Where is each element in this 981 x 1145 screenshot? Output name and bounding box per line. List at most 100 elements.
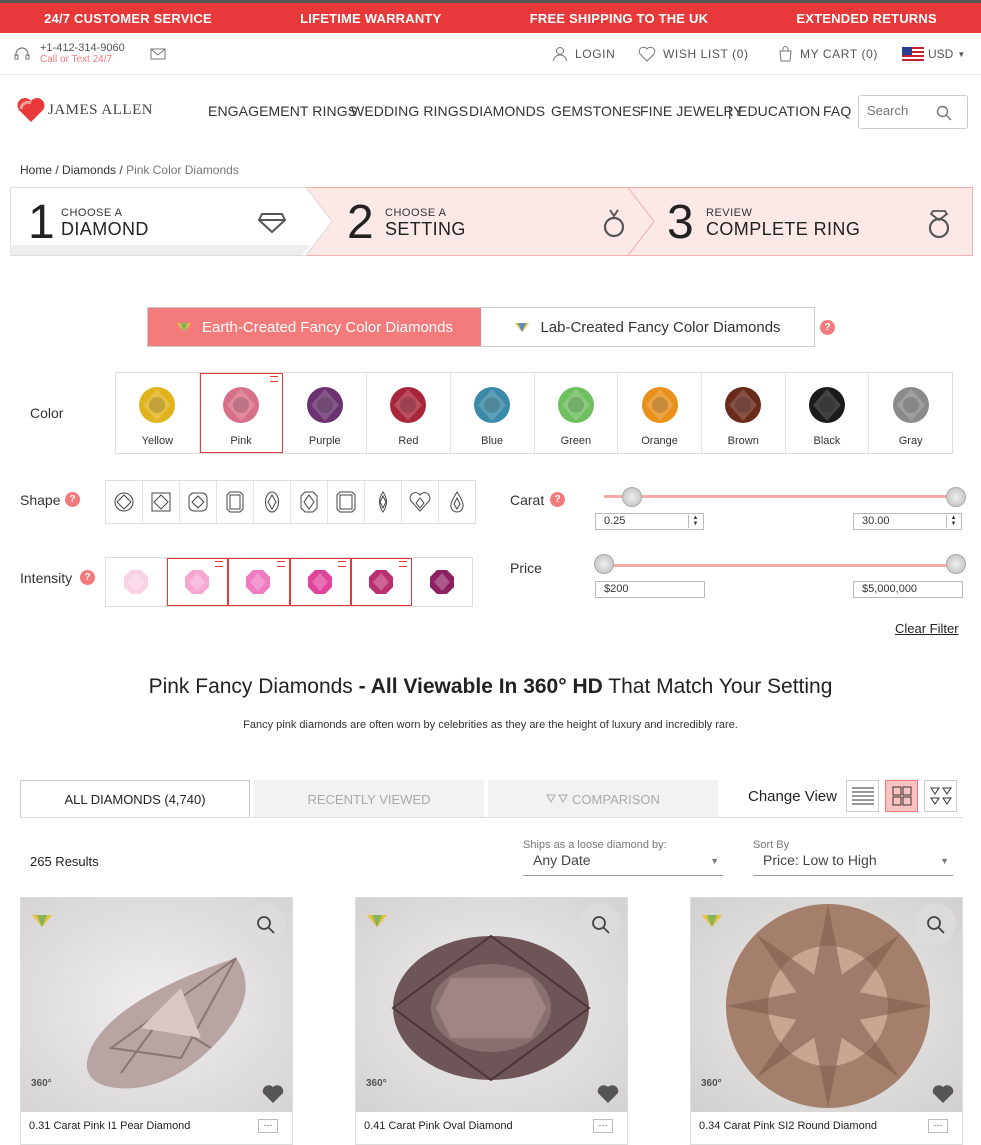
help-icon[interactable]: ?	[80, 570, 95, 585]
price-max-handle[interactable]	[946, 554, 966, 574]
shape-emerald[interactable]	[328, 481, 365, 523]
logo[interactable]: JAMES ALLEN	[16, 97, 153, 123]
more-options-button[interactable]: ···	[928, 1119, 948, 1133]
price-max-input[interactable]: $5,000,000	[853, 581, 963, 598]
shape-pear[interactable]	[439, 481, 475, 523]
promo-returns[interactable]: EXTENDED RETURNS	[796, 11, 936, 26]
nav-wedding-rings[interactable]: WEDDING RINGS	[351, 103, 468, 119]
price-min-input[interactable]: $200	[595, 581, 705, 598]
shape-asscher[interactable]	[217, 481, 254, 523]
intensity-option[interactable]	[228, 558, 290, 606]
color-option-pink[interactable]: Pink	[199, 373, 284, 453]
grid-view-button[interactable]	[885, 780, 918, 812]
more-options-button[interactable]: ···	[258, 1119, 278, 1133]
ships-by-label: Ships as a loose diamond by:	[523, 839, 667, 851]
diamond-caption[interactable]: 0.41 Carat Pink Oval Diamond	[364, 1120, 513, 1132]
more-options-button[interactable]: ···	[593, 1119, 613, 1133]
email-icon[interactable]	[150, 33, 166, 75]
phone-contact[interactable]: +1-412-314-9060 Call or Text 24/7	[14, 33, 125, 75]
nav-gemstones[interactable]: GEMSTONES	[551, 103, 641, 119]
intensity-option[interactable]	[412, 558, 472, 606]
color-option-purple[interactable]: Purple	[283, 373, 368, 453]
currency-selector[interactable]: USD ▼	[902, 33, 966, 75]
search-icon[interactable]	[936, 105, 952, 121]
price-slider-track[interactable]	[604, 564, 960, 567]
shape-oval[interactable]	[254, 481, 291, 523]
carat-max-handle[interactable]	[946, 487, 966, 507]
color-option-orange[interactable]: Orange	[618, 373, 702, 453]
zoom-button[interactable]	[914, 903, 956, 945]
help-icon[interactable]: ?	[820, 320, 835, 335]
shape-marquise[interactable]	[365, 481, 402, 523]
nav-diamonds[interactable]: DIAMONDS	[469, 103, 545, 119]
color-option-blue[interactable]: Blue	[451, 373, 535, 453]
shape-heart[interactable]	[402, 481, 439, 523]
stepper-icon[interactable]: ▲ ▼	[946, 515, 960, 528]
earth-created-option[interactable]: Earth-Created Fancy Color Diamonds	[148, 308, 481, 346]
price-min-handle[interactable]	[594, 554, 614, 574]
color-option-yellow[interactable]: Yellow	[116, 373, 200, 453]
shape-radiant[interactable]	[291, 481, 328, 523]
carat-max-input[interactable]: 30.00 ▲ ▼	[853, 513, 962, 530]
zoom-button[interactable]	[244, 903, 286, 945]
promo-shipping[interactable]: FREE SHIPPING TO THE UK	[530, 11, 708, 26]
breadcrumb-home[interactable]: Home	[20, 163, 52, 177]
gallery-view-button[interactable]	[924, 780, 957, 812]
wishlist-link[interactable]: WISH LIST (0)	[638, 33, 749, 75]
clear-filter-link[interactable]: Clear Filter	[895, 621, 959, 636]
tab-recently-viewed[interactable]: RECENTLY VIEWED	[254, 780, 484, 818]
stepper-icon[interactable]: ▲ ▼	[688, 515, 702, 528]
carat-slider-track[interactable]	[604, 495, 960, 498]
shape-cushion[interactable]	[180, 481, 217, 523]
lab-created-option[interactable]: Lab-Created Fancy Color Diamonds	[481, 308, 814, 346]
gem-swatch-icon	[557, 387, 594, 423]
cart-link[interactable]: MY CART (0)	[778, 33, 878, 75]
nav-engagement-rings[interactable]: ENGAGEMENT RINGS	[208, 103, 357, 119]
help-icon[interactable]: ?	[65, 492, 80, 507]
tab-comparison[interactable]: COMPARISON	[488, 780, 718, 818]
help-icon[interactable]: ?	[550, 492, 565, 507]
search-input[interactable]	[867, 103, 937, 118]
gem-swatch-icon	[390, 387, 427, 423]
princess-shape-icon	[151, 492, 171, 512]
color-option-label: Black	[813, 435, 841, 447]
search-box[interactable]	[858, 95, 968, 129]
color-option-gray[interactable]: Gray	[869, 373, 952, 453]
intensity-option[interactable]	[289, 558, 351, 606]
diamond-card[interactable]: 360° 0.41 Carat Pink Oval Diamond ···	[355, 897, 628, 1145]
intensity-option[interactable]	[106, 558, 168, 606]
diamond-caption[interactable]: 0.31 Carat Pink I1 Pear Diamond	[29, 1120, 190, 1132]
diamond-card[interactable]: 360° 0.31 Carat Pink I1 Pear Diamond ···	[20, 897, 293, 1145]
diamond-card[interactable]: 360° 0.34 Carat Pink SI2 Round Diamond ·…	[690, 897, 963, 1145]
magnifier-icon	[592, 916, 610, 934]
list-view-button[interactable]	[846, 780, 879, 812]
promo-customer-service[interactable]: 24/7 CUSTOMER SERVICE	[44, 11, 212, 26]
login-link[interactable]: LOGIN	[552, 33, 615, 75]
promo-warranty[interactable]: LIFETIME WARRANTY	[300, 11, 441, 26]
color-option-green[interactable]: Green	[535, 373, 619, 453]
tab-all-diamonds[interactable]: ALL DIAMONDS (4,740)	[20, 780, 250, 818]
sort-by-select[interactable]: Price: Low to High ▼	[753, 852, 953, 876]
diamond-caption[interactable]: 0.34 Carat Pink SI2 Round Diamond	[699, 1120, 877, 1132]
carat-min-input[interactable]: 0.25 ▲ ▼	[595, 513, 704, 530]
heart-favorite-icon[interactable]	[596, 1084, 620, 1104]
heart-favorite-icon[interactable]	[931, 1084, 955, 1104]
zoom-button[interactable]	[579, 903, 621, 945]
heart-favorite-icon[interactable]	[261, 1084, 285, 1104]
results-headline: Pink Fancy Diamonds - All Viewable In 36…	[0, 675, 981, 699]
intensity-option[interactable]	[350, 558, 412, 606]
tab-recent-label: RECENTLY VIEWED	[307, 791, 431, 807]
color-option-black[interactable]: Black	[786, 373, 870, 453]
intensity-option[interactable]	[167, 558, 229, 606]
color-option-brown[interactable]: Brown	[702, 373, 786, 453]
chevron-down-icon: ▼	[957, 49, 966, 59]
shape-round[interactable]	[106, 481, 143, 523]
carat-min-handle[interactable]	[622, 487, 642, 507]
shape-princess[interactable]	[143, 481, 180, 523]
phone-number[interactable]: +1-412-314-9060	[40, 43, 125, 54]
nav-education[interactable]: EDUCATION	[738, 103, 820, 119]
nav-faq[interactable]: FAQ	[823, 103, 851, 119]
color-option-red[interactable]: Red	[367, 373, 451, 453]
ships-by-select[interactable]: Any Date ▼	[523, 852, 723, 876]
breadcrumb-diamonds[interactable]: Diamonds	[62, 163, 116, 177]
